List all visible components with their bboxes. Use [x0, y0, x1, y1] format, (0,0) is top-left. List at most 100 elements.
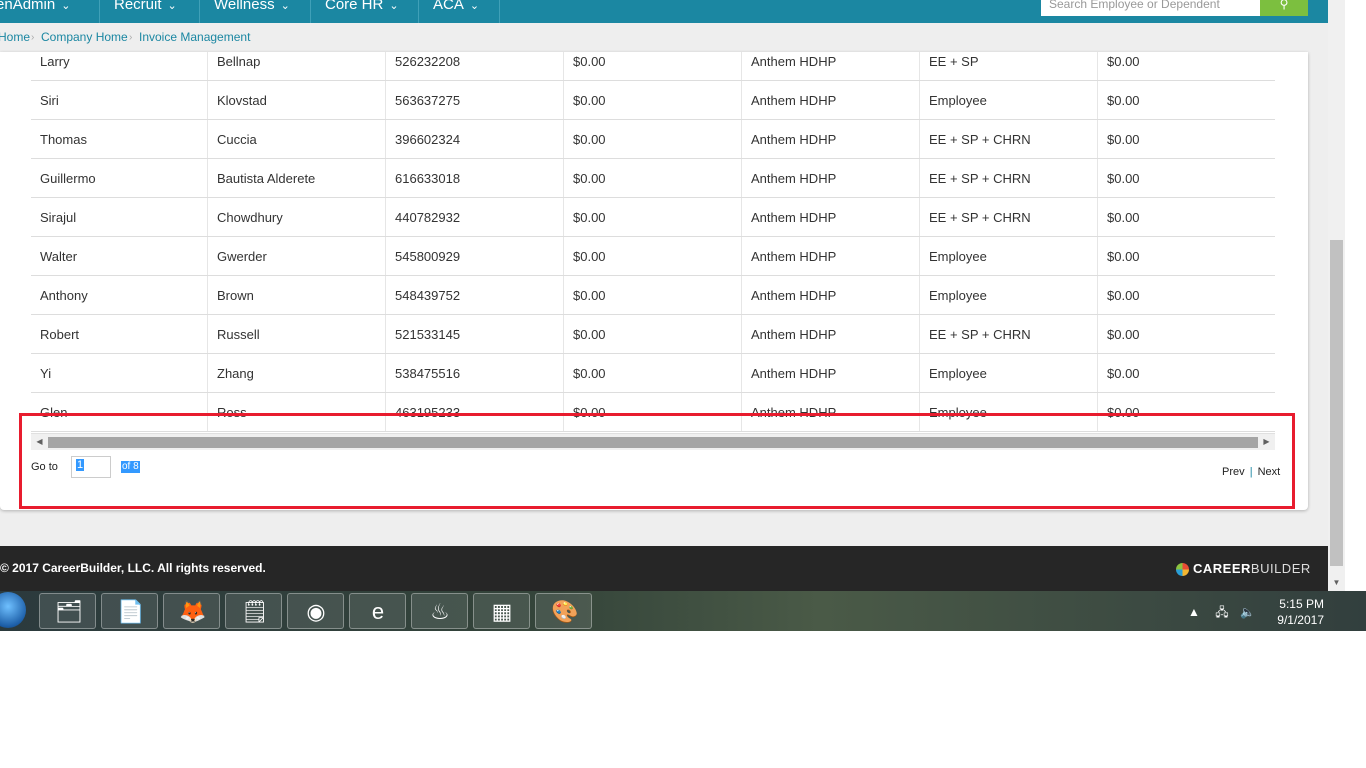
volume-icon[interactable]: 🔈 [1240, 605, 1255, 619]
taskbar-button[interactable]: 🦊 [163, 593, 220, 629]
vertical-scrollbar[interactable]: ▼ [1328, 0, 1345, 591]
coverage-cell: EE + SP + CHRN [920, 198, 1098, 236]
first-name-cell: Sirajul [31, 198, 208, 236]
nav-item-label: ACA [433, 0, 464, 13]
nav-item-label: Wellness [214, 0, 275, 13]
plan-cell: Anthem HDHP [742, 276, 920, 314]
plan-cell: Anthem HDHP [742, 120, 920, 158]
total-cell: $0.00 [1107, 171, 1140, 186]
clock-date: 9/1/2017 [1277, 613, 1324, 627]
ssn-cell: 521533145 [386, 315, 564, 353]
search-input[interactable]: Search Employee or Dependent [1041, 0, 1260, 16]
breadcrumb-home[interactable]: Home [0, 23, 30, 52]
total-cell: $0.00 [1107, 93, 1140, 108]
careerbuilder-wordmark[interactable]: CAREERBUILDER [1193, 561, 1311, 576]
plan-cell: Anthem HDHP [742, 315, 920, 353]
paint-icon: 🎨 [551, 599, 579, 624]
coverage-cell: Employee [920, 276, 1098, 314]
vertical-scrollbar-thumb[interactable] [1330, 240, 1343, 566]
last-name-cell: Zhang [208, 354, 386, 392]
amount-cell: $0.00 [564, 198, 742, 236]
taskbar-button[interactable]: e [349, 593, 406, 629]
clock-time: 5:15 PM [1279, 597, 1324, 611]
amount-cell: $0.00 [564, 159, 742, 197]
nav-item-core-hr[interactable]: Core HR ⌄ [311, 0, 419, 23]
search-button[interactable]: ⚲ [1260, 0, 1308, 16]
plan-cell: Anthem HDHP [742, 354, 920, 392]
taskbar-button[interactable]: 📄 [101, 593, 158, 629]
scroll-down-icon[interactable]: ▼ [1328, 575, 1345, 591]
nav-item-label: BenAdmin [0, 0, 56, 13]
coverage-cell: EE + SP [920, 52, 1098, 80]
first-name-cell: Yi [31, 354, 208, 392]
last-name-cell: Klovstad [208, 81, 386, 119]
plan-cell: Anthem HDHP [742, 81, 920, 119]
media-icon: ♨ [430, 599, 450, 624]
ssn-cell: 396602324 [386, 120, 564, 158]
plan-cell: Anthem HDHP [742, 237, 920, 275]
careerbuilder-logo-icon [1176, 563, 1189, 576]
windows-taskbar: 🗂 📄 🦊 🗒 ◉ e ♨ ▦ 🎨 [0, 591, 1366, 631]
taskbar-button[interactable]: ♨ [411, 593, 468, 629]
chevron-down-icon: ⌄ [167, 0, 177, 12]
amount-cell: $0.00 [564, 52, 742, 80]
breadcrumb-invoice-management[interactable]: Invoice Management [139, 23, 250, 52]
coverage-cell: Employee [920, 237, 1098, 275]
browser-viewport: BenAdmin ⌄ Recruit ⌄ Wellness ⌄ Core HR ⌄ AC… [0, 0, 1366, 768]
breadcrumb-company-home[interactable]: Company Home [41, 23, 128, 52]
total-cell: $0.00 [1107, 210, 1140, 225]
table-row: Guillermo Bautista Alderete 616633018 $0.00… [31, 159, 1275, 198]
nav-item-benadmin[interactable]: BenAdmin ⌄ [0, 0, 100, 23]
file-explorer-icon: 🗂 [55, 599, 83, 624]
ssn-cell: 545800929 [386, 237, 564, 275]
table-row: Sirajul Chowdhury 440782932 $0.00 Anthem HDH… [31, 198, 1275, 237]
system-tray: ▲ 🖧 🔈 [1188, 603, 1255, 624]
chevron-down-icon: ⌄ [280, 0, 290, 12]
first-name-cell: Walter [31, 237, 208, 275]
nav-item-wellness[interactable]: Wellness ⌄ [200, 0, 311, 23]
firefox-icon: 🦊 [179, 599, 207, 624]
chevron-right-icon: › [129, 32, 133, 43]
amount-cell: $0.00 [564, 315, 742, 353]
table-row: Yi Zhang 538475516 $0.00 Anthem HDHP Employee… [31, 354, 1275, 393]
coverage-cell: EE + SP + CHRN [920, 120, 1098, 158]
first-name-cell: Siri [31, 81, 208, 119]
ssn-cell: 563637275 [386, 81, 564, 119]
taskbar-button[interactable]: 🗒 [225, 593, 282, 629]
coverage-cell: Employee [920, 81, 1098, 119]
taskbar-button[interactable]: 🗂 [39, 593, 96, 629]
amount-cell: $0.00 [564, 81, 742, 119]
chevron-down-icon: ⌄ [389, 0, 399, 12]
ssn-cell: 538475516 [386, 354, 564, 392]
first-name-cell: Guillermo [31, 159, 208, 197]
invoice-table: Larry Bellnap 526232208 $0.00 Anthem HDHP EE … [31, 52, 1275, 433]
start-button[interactable] [0, 592, 26, 628]
chevron-down-icon: ⌄ [61, 0, 71, 12]
show-hidden-icons-icon[interactable]: ▲ [1188, 605, 1200, 619]
nav-item-aca[interactable]: ACA ⌄ [419, 0, 500, 23]
first-name-cell: Robert [31, 315, 208, 353]
first-name-cell: Thomas [31, 120, 208, 158]
nav-item-recruit[interactable]: Recruit ⌄ [100, 0, 200, 23]
table-row: Siri Klovstad 563637275 $0.00 Anthem HDHP Emp… [31, 81, 1275, 120]
last-name-cell: Cuccia [208, 120, 386, 158]
taskbar-button[interactable]: ▦ [473, 593, 530, 629]
network-icon[interactable]: 🖧 [1215, 605, 1228, 619]
last-name-cell: Bautista Alderete [208, 159, 386, 197]
system-clock[interactable]: 5:15 PM 9/1/2017 [1268, 596, 1324, 628]
plan-cell: Anthem HDHP [742, 198, 920, 236]
taskbar-button[interactable]: 🎨 [535, 593, 592, 629]
chevron-right-icon: › [31, 32, 35, 43]
total-cell: $0.00 [1107, 327, 1140, 342]
first-name-cell: Anthony [31, 276, 208, 314]
ssn-cell: 526232208 [386, 52, 564, 80]
brand-bold: CAREER [1193, 561, 1251, 576]
coverage-cell: EE + SP + CHRN [920, 159, 1098, 197]
total-cell: $0.00 [1107, 366, 1140, 381]
taskbar-button[interactable]: ◉ [287, 593, 344, 629]
last-name-cell: Bellnap [208, 52, 386, 80]
internet-explorer-icon: e [371, 599, 385, 624]
amount-cell: $0.00 [564, 276, 742, 314]
plan-cell: Anthem HDHP [742, 52, 920, 80]
coverage-cell: Employee [920, 354, 1098, 392]
